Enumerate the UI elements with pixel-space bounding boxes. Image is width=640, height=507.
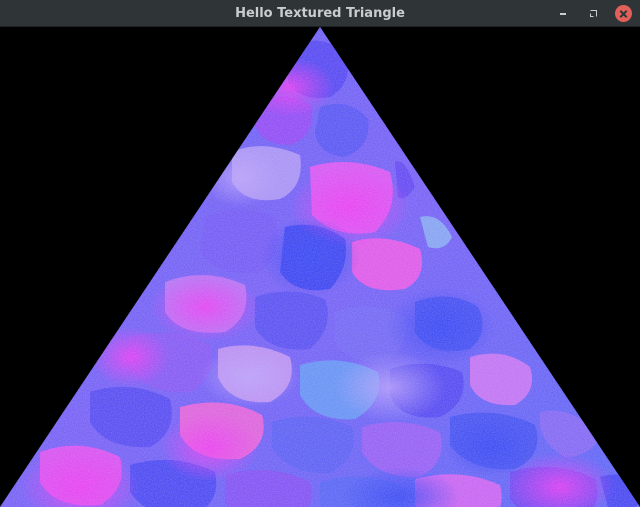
scene-canvas [0,27,640,507]
restore-icon-back [590,13,594,17]
close-button[interactable] [615,5,632,22]
maximize-button[interactable] [585,5,602,22]
title-bar[interactable]: Hello Textured Triangle [0,0,640,27]
minimize-button[interactable] [555,5,572,22]
window-title: Hello Textured Triangle [235,6,405,21]
minimize-icon [560,13,566,15]
render-viewport [0,27,640,507]
app-window: Hello Textured Triangle [0,0,640,507]
